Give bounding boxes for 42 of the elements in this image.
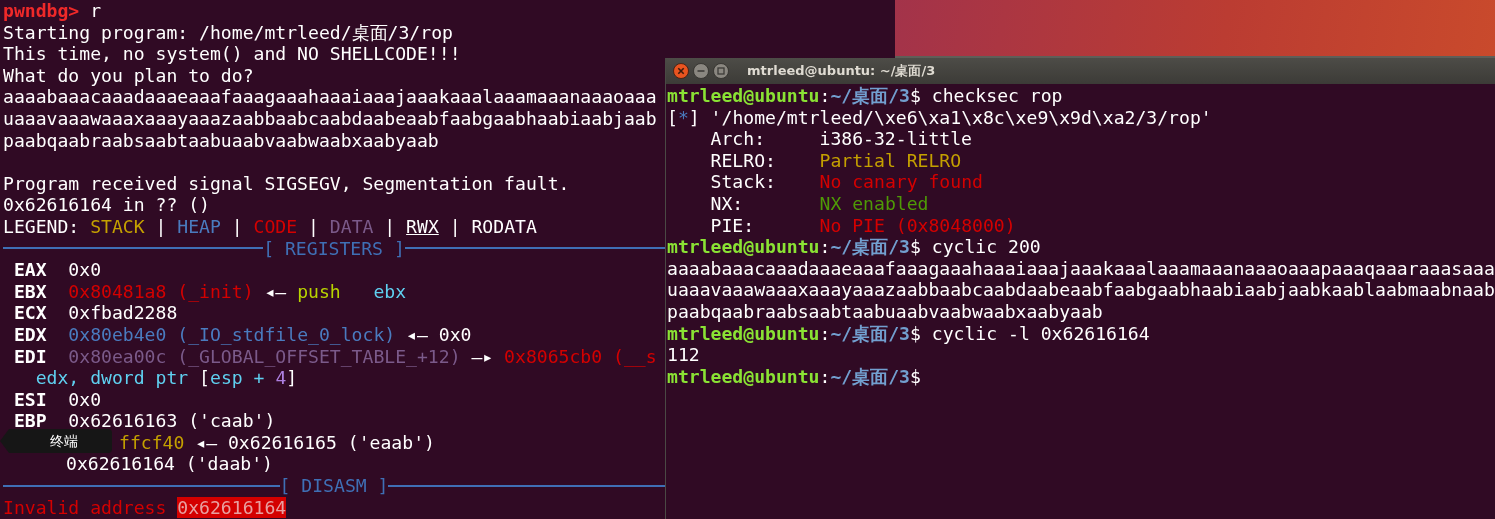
terminal-line: uaaavaaawaaaxaaayaaazaabbaabcaabdaabeaabfaabgaabhaabiaabjaab: [3, 107, 657, 130]
terminal-line: LEGEND: STACK | HEAP | CODE | DATA | RWX | RODATA: [3, 215, 537, 238]
section-header: [ REGISTERS ]: [263, 237, 405, 260]
terminal-line: EBP 0x62616163 ('caab'): [12, 410, 276, 432]
tooltip: 终端: [0, 429, 112, 453]
terminal-line: paabqaabraabsaabtaabuaabvaabwaabxaabyaab: [667, 300, 1103, 323]
terminal-line: RELRO: Partial RELRO: [709, 149, 962, 172]
terminal-line: [*] '/home/mtrleed/\xe6\xa1\x8c\xe9\x9d\xa2/3/rop': [667, 106, 1212, 129]
terminal-line: 112: [667, 344, 700, 366]
terminal-line: mtrleed@ubuntu:~/桌面/3$ cyclic -l 0x62616164: [667, 322, 1150, 345]
terminal-line: uaaavaaawaaaxaaayaaazaabbaabcaabdaabeaabfaabgaabhaabiaabjaabkaablaabmaabnaab: [667, 279, 1495, 301]
terminal-line: This time, no system() and NO SHELLCODE!!!: [3, 43, 461, 65]
terminal-line: aaaabaaacaaadaaaeaaafaaagaaahaaaiaaajaaakaaalaaamaaanaaaoaaapaaaqaaaraaasaaa: [667, 257, 1495, 280]
terminal-line: aaaabaaacaaadaaaeaaafaaagaaahaaaiaaajaaakaaalaaamaaanaaaoaaa: [3, 86, 657, 108]
section-header: [ DISASM ]: [279, 475, 389, 497]
terminal-line: mtrleed@ubuntu:~/桌面/3$ cyclic 200: [667, 236, 1041, 258]
terminal-line: ffcf40 ◂— 0x62616165 ('eaab'): [119, 431, 435, 454]
terminal-line: What do you plan to do?: [3, 64, 254, 87]
terminal-line: Program received signal SIGSEGV, Segmentation fault.: [3, 172, 570, 195]
close-icon[interactable]: [673, 63, 689, 79]
terminal-line: PIE: No PIE (0x8048000): [709, 214, 1016, 237]
terminal-line: EDI 0x80ea00c (_GLOBAL_OFFSET_TABLE_+12) —▸ 0x8065cb0 (__s: [12, 345, 657, 368]
terminal-line: 0x62616164 ('daab'): [66, 453, 273, 476]
minimize-icon[interactable]: [693, 63, 709, 79]
terminal-line: EBX 0x80481a8 (_init) ◂— push ebx: [12, 280, 407, 303]
maximize-icon[interactable]: [713, 63, 729, 79]
terminal-line: NX: NX enabled: [709, 192, 929, 215]
terminal-line: ECX 0xfbad2288: [12, 302, 178, 324]
terminal-line: Arch: i386-32-little: [709, 128, 972, 150]
terminal-line: Stack: No canary found: [709, 171, 983, 193]
terminal-line: EAX 0x0: [12, 259, 102, 281]
window-title: mtrleed@ubuntu: ~/桌面/3: [747, 62, 936, 80]
terminal-line: paabqaabraabsaabtaabuaabvaabwaabxaabyaab: [3, 129, 439, 152]
terminal-line: mtrleed@ubuntu:~/桌面/3$: [667, 365, 921, 388]
terminal-line: 0x62616164 in ?? (): [3, 194, 210, 216]
terminal-line: Starting program: /home/mtrleed/桌面/3/rop: [3, 21, 453, 44]
terminal-line: edx, dword ptr [esp + 4]: [34, 367, 298, 389]
terminal-line: pwndbg> r: [3, 0, 102, 22]
terminal-line: Invalid address 0x62616164: [3, 496, 287, 519]
terminal-line: mtrleed@ubuntu:~/桌面/3$ checksec rop: [667, 85, 1063, 107]
terminal-line: EDX 0x80eb4e0 (_IO_stdfile_0_lock) ◂— 0x0: [12, 323, 472, 346]
terminal-line: ESI 0x0: [12, 388, 102, 411]
